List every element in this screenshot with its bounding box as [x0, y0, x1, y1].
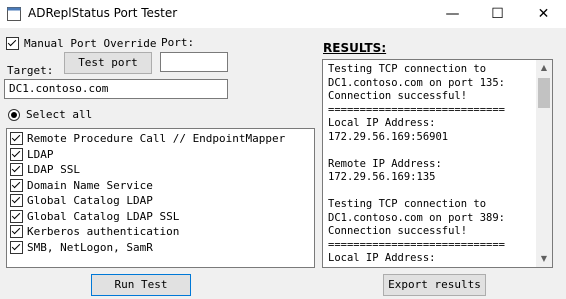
- select-all-radio[interactable]: [8, 109, 20, 121]
- export-results-button[interactable]: Export results: [383, 274, 486, 296]
- manual-port-override-label: Manual Port Override: [24, 37, 157, 50]
- target-input[interactable]: DC1.contoso.com: [4, 79, 228, 99]
- service-item[interactable]: Remote Procedure Call // EndpointMapper: [7, 131, 314, 147]
- scroll-up-icon[interactable]: ▲: [536, 60, 552, 76]
- scroll-down-icon[interactable]: ▼: [536, 251, 552, 267]
- results-label: RESULTS:: [323, 41, 387, 55]
- port-label: Port:: [161, 36, 195, 49]
- app-icon: [7, 7, 21, 21]
- maximize-button[interactable]: ☐: [475, 0, 520, 28]
- service-item[interactable]: Domain Name Service: [7, 178, 314, 194]
- test-port-button[interactable]: Test port: [64, 52, 152, 74]
- service-item[interactable]: Global Catalog LDAP SSL: [7, 209, 314, 225]
- close-button[interactable]: ✕: [521, 0, 566, 28]
- service-checkbox[interactable]: [10, 240, 23, 254]
- service-item[interactable]: LDAP SSL: [7, 162, 314, 178]
- service-item[interactable]: Global Catalog LDAP: [7, 193, 314, 209]
- title-bar: ADReplStatus Port Tester — ☐ ✕: [0, 0, 566, 28]
- window-title: ADReplStatus Port Tester: [28, 6, 178, 20]
- results-text: Testing TCP connection to DC1.contoso.co…: [328, 63, 506, 267]
- port-input[interactable]: [160, 52, 228, 72]
- service-checkbox[interactable]: [10, 225, 23, 238]
- service-checkbox[interactable]: [10, 194, 23, 207]
- services-listbox[interactable]: Remote Procedure Call // EndpointMapper …: [6, 128, 315, 268]
- service-item[interactable]: SMB, NetLogon, SamR: [7, 240, 314, 256]
- minimize-button[interactable]: —: [430, 0, 475, 28]
- service-item[interactable]: LDAP: [7, 147, 314, 163]
- service-checkbox[interactable]: [10, 163, 23, 176]
- service-checkbox[interactable]: [10, 178, 23, 192]
- manual-port-override-checkbox[interactable]: [6, 37, 19, 50]
- service-checkbox[interactable]: [10, 132, 23, 145]
- service-item[interactable]: Kerberos authentication: [7, 224, 314, 240]
- service-checkbox[interactable]: [10, 209, 23, 223]
- service-checkbox[interactable]: [10, 147, 23, 161]
- results-scrollbar[interactable]: ▲ ▼: [536, 60, 552, 267]
- run-test-button[interactable]: Run Test: [91, 274, 191, 296]
- target-label: Target:: [7, 64, 54, 77]
- scroll-thumb[interactable]: [538, 78, 550, 108]
- results-textbox[interactable]: Testing TCP connection to DC1.contoso.co…: [322, 59, 553, 268]
- select-all-label: Select all: [26, 108, 93, 121]
